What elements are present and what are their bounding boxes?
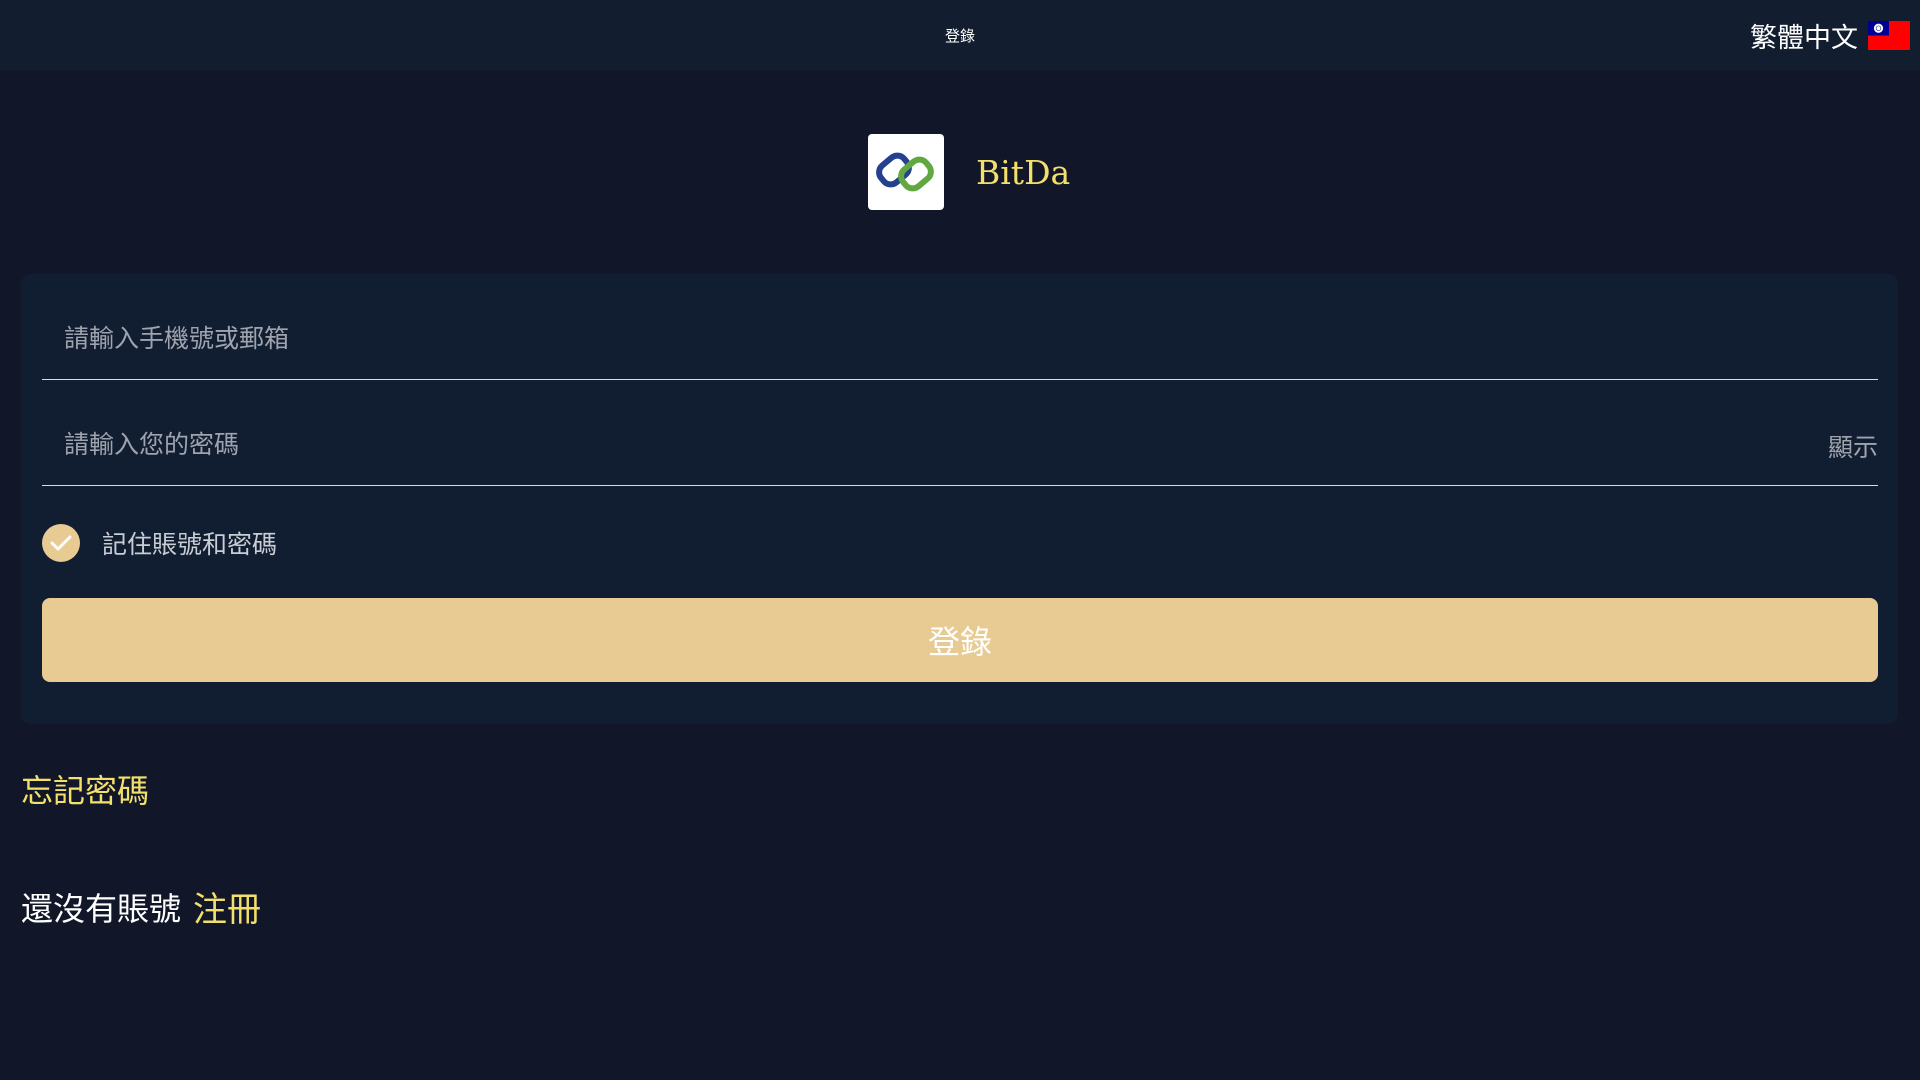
password-input[interactable] <box>42 380 1878 485</box>
check-circle-icon <box>42 524 80 562</box>
forgot-password-link[interactable]: 忘記密碼 <box>21 766 149 812</box>
login-button[interactable]: 登錄 <box>42 598 1878 682</box>
remember-me-label: 記住賬號和密碼 <box>102 530 278 559</box>
register-link[interactable]: 注冊 <box>193 882 261 931</box>
page-title: 登錄 <box>944 27 975 45</box>
language-label: 繁體中文 <box>1750 22 1858 54</box>
account-input[interactable] <box>42 274 1878 379</box>
account-field <box>42 274 1878 380</box>
brand-header: BitDa <box>868 134 1070 210</box>
taiwan-flag-icon <box>1868 20 1910 50</box>
password-field: 顯示 <box>42 380 1878 486</box>
brand-name: BitDa <box>976 152 1071 192</box>
show-password-toggle[interactable]: 顯示 <box>1828 380 1878 485</box>
bitda-logo-icon <box>868 134 944 210</box>
register-row: 還沒有賬號 注冊 <box>21 882 261 931</box>
top-bar: 登錄 繁體中文 <box>0 0 1920 70</box>
remember-me-checkbox[interactable]: 記住賬號和密碼 <box>42 518 277 568</box>
register-prompt: 還沒有賬號 <box>21 889 182 928</box>
language-switcher[interactable]: 繁體中文 <box>1750 0 1910 70</box>
login-form-card: 顯示 記住賬號和密碼 登錄 <box>21 274 1898 724</box>
